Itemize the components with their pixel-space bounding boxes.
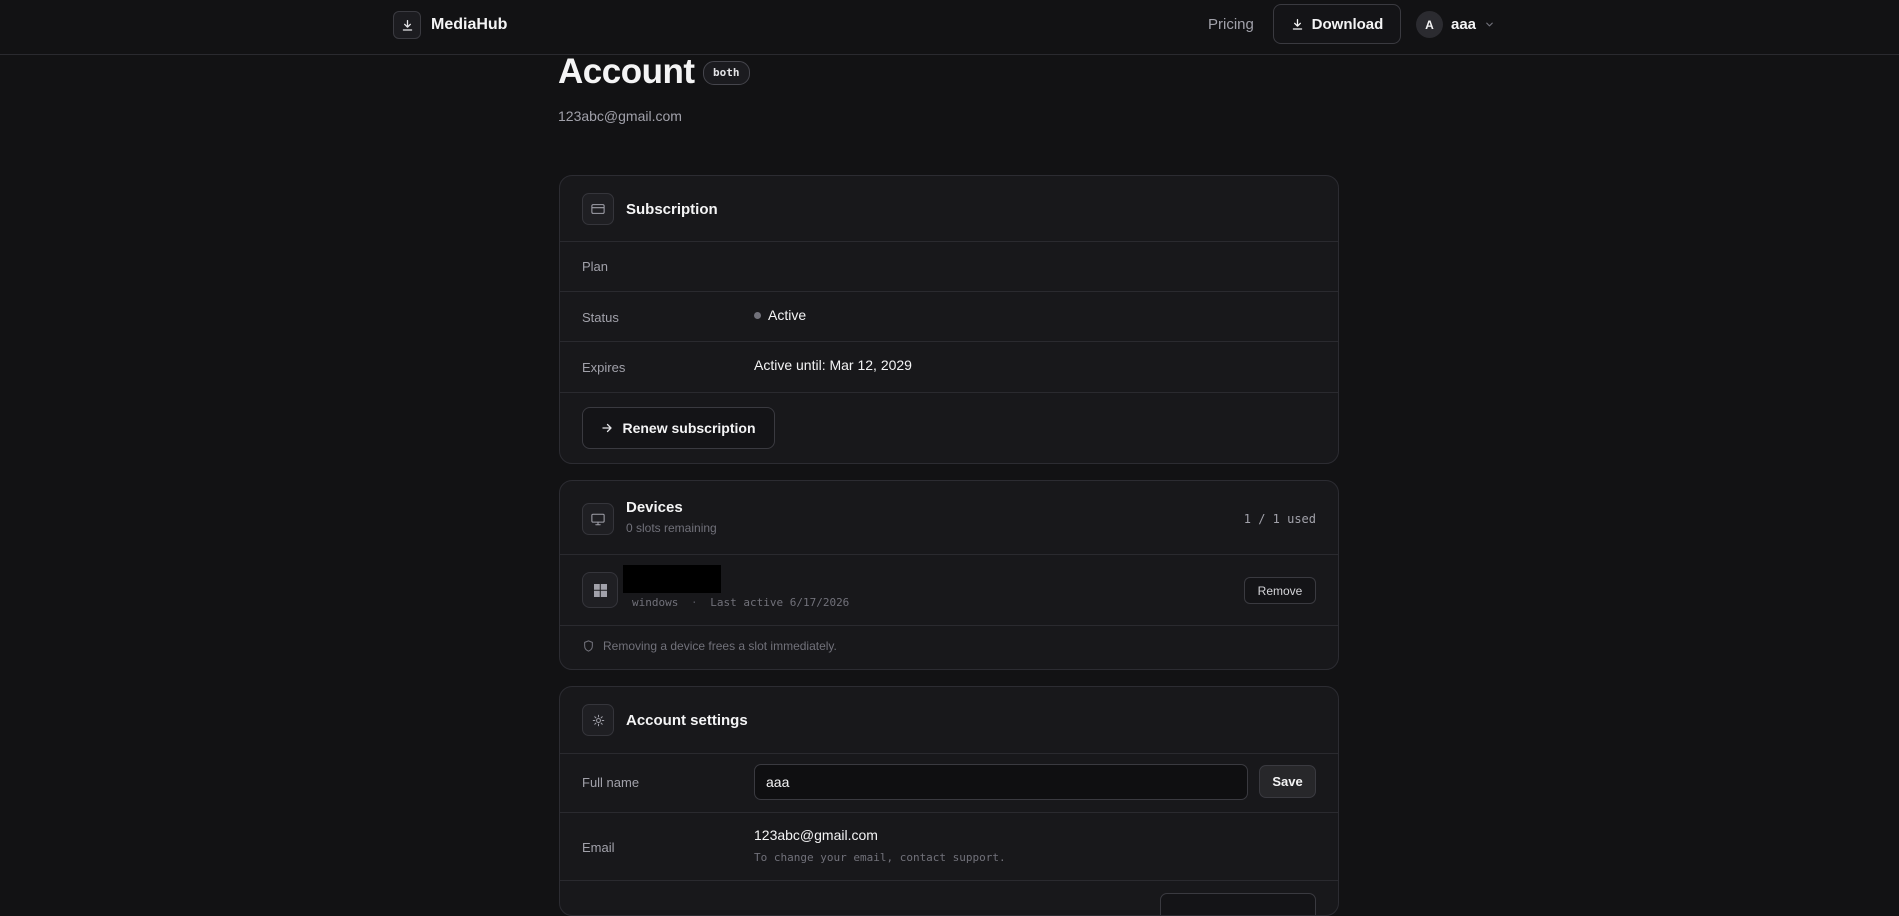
devices-subtitle: 0 slots remaining (626, 521, 717, 535)
device-row: windows · Last active 6/17/2026 Remove (560, 555, 1338, 625)
status-value: Active (768, 307, 807, 323)
chevron-down-icon (1486, 22, 1493, 27)
role-badge: both (703, 61, 750, 85)
windows-icon (582, 572, 618, 608)
divider (560, 812, 1338, 813)
gear-icon (582, 704, 614, 736)
subscription-title: Subscription (626, 201, 718, 218)
download-button[interactable]: Download (1273, 4, 1401, 44)
status-label: Status (582, 310, 619, 325)
arrow-right-icon (602, 423, 613, 433)
divider (560, 241, 1338, 242)
divider (560, 753, 1338, 754)
status-dot (754, 311, 761, 319)
divider (560, 392, 1338, 393)
email-value: 123abc@gmail.com (754, 827, 878, 843)
remove-device-button[interactable]: Remove (1244, 577, 1316, 604)
device-meta: windows · Last active 6/17/2026 (632, 596, 849, 609)
expires-value: Active until: Mar 12, 2029 (754, 357, 912, 373)
user-menu[interactable]: A aaa (1416, 11, 1495, 38)
full-name-label: Full name (582, 775, 640, 790)
renew-button-label: Renew subscription (622, 420, 756, 436)
avatar: A (1416, 11, 1443, 38)
account-settings-title: Account settings (626, 712, 748, 729)
device-platform: windows (632, 596, 679, 609)
divider (560, 880, 1338, 881)
devices-title: Devices (626, 499, 683, 516)
email-label: Email (582, 840, 615, 855)
action-button-partial[interactable] (1160, 893, 1316, 915)
full-name-input[interactable] (754, 764, 1248, 800)
divider (560, 291, 1338, 292)
download-logo-icon (393, 11, 421, 39)
account-settings-card: Account settings Full name Save Email 12… (559, 686, 1339, 916)
nav-link-pricing[interactable]: Pricing (1208, 16, 1254, 33)
status-badge: Active (754, 307, 806, 323)
devices-footer-note: Removing a device frees a slot immediate… (583, 639, 837, 653)
expires-label: Expires (582, 360, 626, 375)
monitor-icon (582, 503, 614, 535)
renew-subscription-button[interactable]: Renew subscription (582, 407, 775, 449)
devices-card: Devices 0 slots remaining 1 / 1 used win… (559, 480, 1339, 670)
plan-label: Plan (582, 259, 609, 274)
devices-usage-count: 1 / 1 used (1243, 512, 1316, 526)
email-hint: To change your email, contact support. (754, 851, 1006, 864)
divider (560, 341, 1338, 342)
brand-name: MediaHub (431, 16, 508, 33)
shield-icon (584, 640, 593, 652)
devices-footer-text: Removing a device frees a slot immediate… (603, 639, 837, 653)
brand-link[interactable]: MediaHub (393, 11, 507, 39)
device-last-active: Last active 6/17/2026 (710, 596, 850, 609)
subscription-card: Subscription Plan Status Active Expires … (559, 175, 1339, 464)
page-title: Account (558, 52, 695, 91)
user-name: aaa (1451, 16, 1477, 33)
credit-card-icon (582, 193, 614, 225)
device-meta-separator: · (690, 596, 698, 609)
download-icon (1292, 18, 1302, 30)
divider (560, 625, 1338, 626)
device-name-redacted (623, 565, 721, 593)
account-email: 123abc@gmail.com (558, 108, 682, 124)
download-button-label: Download (1311, 15, 1384, 33)
top-navigation-bar: MediaHub Pricing Download A aaa (0, 0, 1899, 55)
save-button[interactable]: Save (1259, 765, 1316, 798)
